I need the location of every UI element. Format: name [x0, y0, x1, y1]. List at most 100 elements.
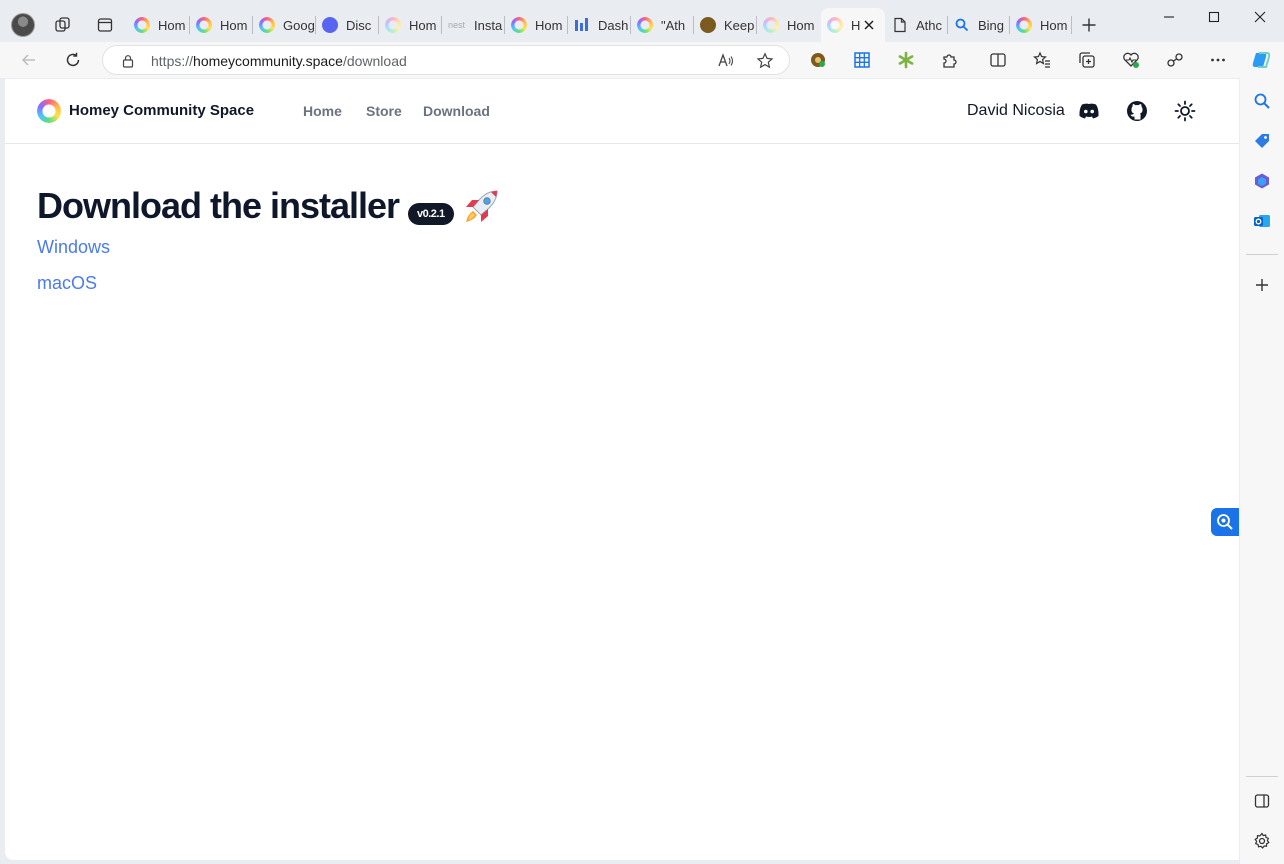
- tab-title: Hom: [220, 17, 248, 33]
- tab-title: "Ath: [661, 17, 686, 33]
- sidebar-search-icon[interactable]: [1251, 90, 1273, 112]
- homey-icon: [1016, 17, 1032, 33]
- browser-tab[interactable]: Hom: [757, 8, 820, 42]
- tab-title: Hom: [158, 17, 186, 33]
- refresh-icon[interactable]: [61, 48, 85, 72]
- url-text[interactable]: https://homeycommunity.space/download: [151, 53, 407, 69]
- browser-tab[interactable]: Keep: [694, 8, 757, 42]
- homey-icon: [511, 17, 527, 33]
- browser-tab[interactable]: Dash: [568, 8, 631, 42]
- user-name[interactable]: David Nicosia: [967, 102, 1065, 120]
- workspaces-icon[interactable]: [50, 12, 76, 38]
- profile-avatar[interactable]: [11, 13, 35, 37]
- homey-icon: [385, 17, 401, 33]
- tab-title: Hom: [535, 17, 563, 33]
- homey-icon: [763, 17, 779, 33]
- browser-tab[interactable]: Hom: [1010, 8, 1072, 42]
- favorites-icon[interactable]: [1030, 48, 1054, 72]
- tab-title: Bing: [978, 17, 1005, 33]
- tab-title: Hom: [1040, 17, 1068, 33]
- tab-title: Insta: [474, 17, 503, 33]
- browser-tab[interactable]: Hom: [505, 8, 568, 42]
- browser-tab-active[interactable]: H: [821, 8, 885, 42]
- download-macos-link[interactable]: macOS: [37, 273, 97, 294]
- sidebar-divider: [1246, 254, 1278, 255]
- favorite-star-icon[interactable]: [756, 52, 774, 70]
- github-icon[interactable]: [1126, 100, 1148, 122]
- extension-keep-icon[interactable]: [806, 48, 830, 72]
- homey-icon: [196, 17, 212, 33]
- browser-tab[interactable]: Hom: [190, 8, 253, 42]
- site-brand[interactable]: Homey Community Space: [69, 102, 254, 119]
- settings-gear-icon[interactable]: [1251, 830, 1273, 852]
- download-windows-link[interactable]: Windows: [37, 237, 110, 258]
- more-menu-icon[interactable]: [1206, 48, 1230, 72]
- extension-grid-icon[interactable]: [850, 48, 874, 72]
- copilot-icon[interactable]: [1249, 48, 1273, 72]
- visual-search-icon: [1217, 514, 1233, 530]
- tab-title: Goog: [283, 17, 315, 33]
- browser-tab[interactable]: Athc: [886, 8, 948, 42]
- browser-tab[interactable]: Hom: [128, 8, 190, 42]
- browser-toolbar: https://homeycommunity.space/download: [0, 42, 1284, 78]
- tab-title: Keep: [724, 17, 755, 33]
- homey-icon: [259, 17, 275, 33]
- keep-icon: [700, 17, 716, 33]
- address-bar[interactable]: https://homeycommunity.space/download: [102, 45, 790, 75]
- browser-tab[interactable]: "Ath: [631, 8, 694, 42]
- page-title: Download the installer: [37, 185, 400, 226]
- browser-tab[interactable]: Hom: [379, 8, 442, 42]
- minimize-icon[interactable]: [1146, 8, 1192, 26]
- tab-actions-icon[interactable]: [92, 12, 118, 38]
- maximize-icon[interactable]: [1191, 8, 1237, 26]
- add-sidebar-app-icon[interactable]: [1251, 274, 1273, 296]
- nav-home[interactable]: Home: [303, 103, 342, 119]
- tab-title: Disc: [346, 17, 372, 33]
- browser-tab[interactable]: Disc: [316, 8, 379, 42]
- close-tab-icon[interactable]: [861, 17, 877, 33]
- discord-icon: [322, 17, 338, 33]
- outlook-icon[interactable]: [1251, 210, 1273, 232]
- discord-icon[interactable]: [1078, 100, 1100, 122]
- homey-icon: [827, 17, 843, 33]
- page-icon: [892, 17, 908, 33]
- office-icon[interactable]: [1251, 170, 1273, 192]
- tab-title: Athc: [916, 17, 943, 33]
- site-header: Homey Community Space Home Store Downloa…: [5, 79, 1239, 144]
- nav-download[interactable]: Download: [423, 103, 490, 119]
- new-tab-icon[interactable]: [1076, 12, 1102, 38]
- search-icon: [954, 17, 970, 33]
- nest-icon: nest: [448, 20, 466, 30]
- tab-strip: Hom Hom Goog Disc Hom nest Insta Hom Das…: [0, 0, 1284, 42]
- dashboard-icon: [574, 17, 590, 33]
- rocket-icon: [461, 187, 501, 227]
- version-badge: v0.2.1: [408, 203, 454, 225]
- close-window-icon[interactable]: [1237, 8, 1283, 26]
- homey-logo-icon[interactable]: [37, 99, 61, 123]
- browser-sidebar: [1240, 78, 1284, 864]
- collections-icon[interactable]: [1075, 48, 1099, 72]
- read-aloud-icon[interactable]: [717, 52, 735, 70]
- shopping-tag-icon[interactable]: [1251, 130, 1273, 152]
- browser-tab[interactable]: nest Insta: [442, 8, 505, 42]
- lock-icon[interactable]: [119, 52, 137, 70]
- visual-search-button[interactable]: [1211, 508, 1239, 536]
- tab-title: Hom: [787, 17, 815, 33]
- extension-asterisk-icon[interactable]: [894, 48, 918, 72]
- nav-store[interactable]: Store: [366, 103, 402, 119]
- page-viewport: Homey Community Space Home Store Downloa…: [5, 79, 1239, 860]
- tab-title: Dash: [598, 17, 629, 33]
- extensions-puzzle-icon[interactable]: [938, 48, 962, 72]
- performance-icon[interactable]: [1163, 48, 1187, 72]
- split-screen-icon[interactable]: [986, 48, 1010, 72]
- url-scheme: https://: [151, 53, 194, 69]
- browser-tab[interactable]: Bing: [948, 8, 1010, 42]
- url-host: homeycommunity.space: [193, 53, 343, 69]
- sidebar-divider: [1246, 776, 1278, 777]
- browser-essentials-icon[interactable]: [1119, 48, 1143, 72]
- theme-toggle-sun-icon[interactable]: [1174, 100, 1196, 122]
- back-icon[interactable]: [17, 48, 41, 72]
- browser-tab[interactable]: Goog: [253, 8, 316, 42]
- tab-title: H: [851, 17, 861, 33]
- hide-sidebar-icon[interactable]: [1251, 790, 1273, 812]
